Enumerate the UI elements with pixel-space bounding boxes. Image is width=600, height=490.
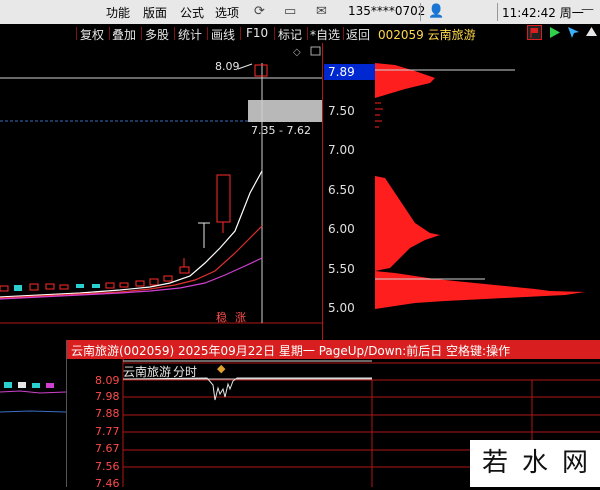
window-icon[interactable]: ▭ xyxy=(284,4,296,19)
y-tick: 5.50 xyxy=(328,262,355,276)
toolbar-mark-button[interactable]: 标记 xyxy=(278,26,302,43)
menu-item-layout[interactable]: 版面 xyxy=(143,4,167,21)
watermark-char: 网 xyxy=(562,448,589,478)
diamond-icon[interactable]: ◇ xyxy=(293,47,301,58)
intraday-tick: 7.88 xyxy=(95,407,120,420)
stock-code-label: 002059 云南旅游 xyxy=(378,28,476,42)
price-range-label: 7.35 - 7.62 xyxy=(251,124,311,137)
menu-item-formula[interactable]: 公式 xyxy=(180,4,204,21)
menu-item-options[interactable]: 选项 xyxy=(215,4,239,21)
mail-icon[interactable]: ✉ xyxy=(316,4,327,19)
toolbar-divider xyxy=(76,27,77,40)
toolbar-divider xyxy=(343,27,344,40)
big-up-candle xyxy=(216,174,231,223)
intraday-tick: 7.77 xyxy=(95,425,120,438)
intraday-tick: 8.09 xyxy=(95,374,120,387)
play-icon[interactable] xyxy=(547,25,562,40)
flag-icon[interactable] xyxy=(527,25,542,40)
user-icon[interactable]: 👤 xyxy=(428,4,444,19)
chip-distribution xyxy=(375,63,585,309)
current-price-tag: 7.89 xyxy=(324,64,375,80)
toolbar-divider xyxy=(207,27,208,40)
clock: 11:42:42 周一 xyxy=(502,6,584,20)
menu-divider xyxy=(420,3,421,21)
ma5-line xyxy=(0,170,263,298)
account-phone[interactable]: 135****0702 xyxy=(348,4,425,18)
window-toggle-icon[interactable] xyxy=(310,46,321,56)
toolbar-divider xyxy=(240,27,241,40)
watermark-logo: 若 水 网 xyxy=(470,440,600,487)
toolbar-divider xyxy=(109,27,110,40)
watermark-char: 若 xyxy=(482,448,509,478)
up-arrow-icon[interactable] xyxy=(584,25,599,40)
popup-stock-name: 云南旅游 xyxy=(123,365,172,379)
watermark-char: 水 xyxy=(522,448,549,478)
y-tick: 7.00 xyxy=(328,143,355,157)
y-tick: 6.50 xyxy=(328,183,355,197)
toolbar-stats-button[interactable]: 统计 xyxy=(178,26,202,43)
kline-chart[interactable]: ◇ xyxy=(0,43,375,340)
popup-title-bar[interactable]: 云南旅游(002059) 2025年09月22日 星期一 PageUp/Down… xyxy=(67,340,600,359)
toolbar-overlay-button[interactable]: 叠加 xyxy=(112,26,136,43)
intraday-tick: 7.67 xyxy=(95,442,120,455)
y-tick: 7.50 xyxy=(328,104,355,118)
popup-view-label[interactable]: 分时 xyxy=(173,363,197,380)
refresh-icon[interactable]: ⟳ xyxy=(254,4,265,19)
price-range-box xyxy=(248,100,322,122)
intraday-tick: 7.98 xyxy=(95,390,120,403)
toolbar-multistock-button[interactable]: 多股 xyxy=(145,26,169,43)
signal-label: 涨 xyxy=(235,311,246,324)
intraday-tick: 7.56 xyxy=(95,460,120,473)
arrow-icon[interactable] xyxy=(566,25,581,40)
peak-price-label: 8.09 xyxy=(215,60,240,73)
signal-label: 稳 xyxy=(216,311,227,324)
menu-item-function[interactable]: 功能 xyxy=(106,4,130,21)
chart-toolbar: 复权 叠加 多股 统计 画线 F10 标记 *自选 返回 002059 云南旅游 xyxy=(0,24,600,43)
toolbar-fuquan-button[interactable]: 复权 xyxy=(80,26,104,43)
toolbar-watchlist-button[interactable]: *自选 xyxy=(310,26,340,43)
ma10-line xyxy=(0,225,263,299)
toolbar-divider xyxy=(274,27,275,40)
toolbar-draw-button[interactable]: 画线 xyxy=(211,26,235,43)
toolbar-back-button[interactable]: 返回 xyxy=(346,26,370,43)
toolbar-divider xyxy=(307,27,308,40)
toolbar-divider xyxy=(174,27,175,40)
peak-pointer xyxy=(237,63,253,70)
candles-flat xyxy=(0,258,190,292)
left-mini-chart xyxy=(0,382,66,413)
intraday-tick: 7.46 xyxy=(95,477,120,490)
minimize-icon[interactable]: — xyxy=(581,2,594,17)
popup-diamond-icon[interactable]: ◆ xyxy=(217,362,225,375)
toolbar-f10-button[interactable]: F10 xyxy=(246,26,268,40)
menu-divider xyxy=(497,3,498,21)
menu-bar: 功能 版面 公式 选项 ⟳ ▭ ✉ 135****0702 👤 11:42:42… xyxy=(0,0,600,24)
y-tick: 5.00 xyxy=(328,301,355,315)
limit-up-candle xyxy=(254,64,268,77)
toolbar-divider xyxy=(141,27,142,40)
y-tick: 6.00 xyxy=(328,222,355,236)
